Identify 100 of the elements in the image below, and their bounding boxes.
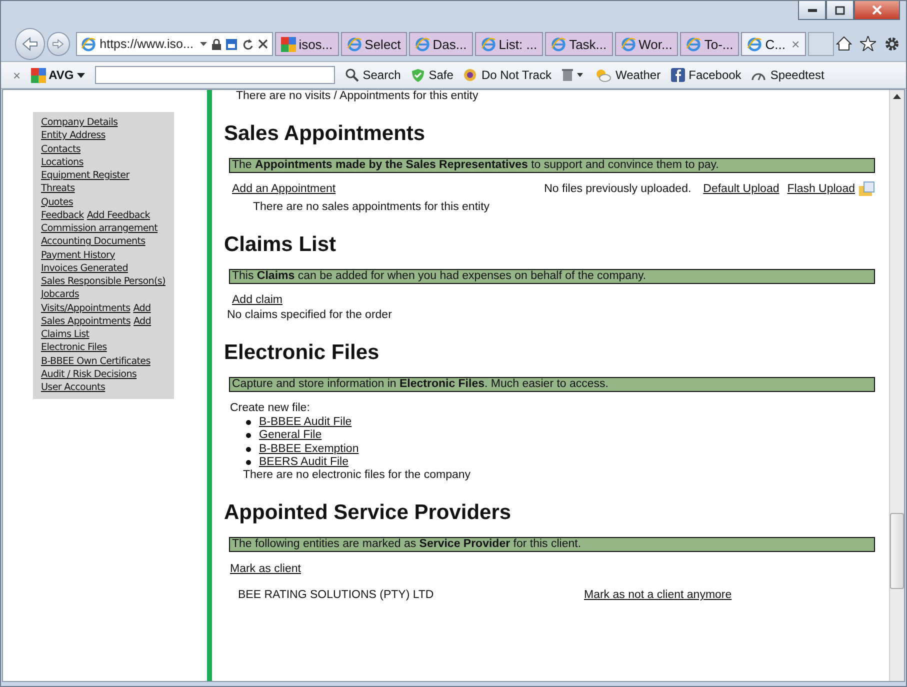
colorful-squares-icon (280, 36, 296, 52)
toolbar-button[interactable]: Do Not Track (463, 68, 552, 82)
browser-tab[interactable]: List: ... (474, 32, 544, 56)
upload-link[interactable]: Default Upload (703, 183, 780, 195)
new-file-link[interactable]: B-BBEE Exemption (259, 442, 359, 456)
browser-e-icon (80, 36, 96, 52)
colorful-squares-icon (30, 68, 46, 82)
sidebar-link[interactable]: Contacts (41, 142, 81, 156)
star-icon[interactable] (860, 36, 876, 51)
sidebar-link[interactable]: Company Details (41, 116, 118, 130)
browser-e-icon (747, 36, 762, 52)
sidebar-link[interactable]: Quotes (41, 196, 74, 209)
scroll-up-icon[interactable] (893, 94, 901, 99)
sidebar-link[interactable]: Payment History (41, 248, 115, 262)
browser-tab[interactable]: Select (340, 32, 407, 56)
compatibility-icon[interactable] (226, 38, 237, 50)
minimize-icon (808, 8, 816, 12)
sidebar-link[interactable]: Add Feedback (86, 208, 150, 222)
new-file-link[interactable]: B-BBEE Audit File (259, 416, 352, 430)
maximize-icon (835, 6, 845, 14)
sidebar-link[interactable]: Claims List (41, 328, 90, 342)
bullet-icon (246, 420, 251, 426)
sidebar-link[interactable]: Sales Responsible Person(s) (41, 275, 166, 288)
search-field[interactable] (94, 66, 335, 84)
browser-tab[interactable]: isos... (274, 32, 339, 56)
settings-icon[interactable] (884, 36, 900, 52)
browser-e-icon (551, 36, 566, 52)
scrollbar-thumb[interactable] (890, 513, 904, 589)
sidebar-link[interactable]: Visits/Appointments (41, 302, 130, 315)
browser-e-icon (480, 36, 496, 52)
sidebar-link[interactable]: Add (134, 314, 152, 328)
new-file-link[interactable]: BEERS Audit File (259, 456, 348, 470)
sidebar-link[interactable]: B-BBEE Own Certificates (41, 354, 150, 368)
browser-e-icon (346, 36, 362, 52)
search-icon (344, 68, 359, 82)
sidebar-link[interactable]: Electronic Files (41, 341, 107, 354)
close-toolbar-button[interactable]: × (13, 68, 21, 82)
refresh-icon[interactable] (242, 38, 253, 50)
dropdown-icon[interactable] (200, 42, 207, 46)
sidebar-link[interactable]: Locations (41, 156, 84, 169)
browser-tab[interactable]: Das... (408, 32, 473, 56)
sun-cloud-icon (595, 68, 612, 82)
browser-e-icon (686, 36, 702, 52)
close-tab-button[interactable]: × (792, 36, 800, 52)
home-icon[interactable] (836, 36, 852, 51)
toolbar-button[interactable]: Weather (595, 68, 661, 82)
maximize-button[interactable] (826, 1, 854, 20)
trash-icon[interactable] (561, 68, 586, 82)
sidebar-link[interactable]: Commission arrangement (41, 222, 158, 236)
files-intro-text: Create new file: (230, 402, 310, 414)
browser-tab[interactable]: Task... (545, 32, 613, 56)
eye-icon (463, 68, 478, 82)
add-claim-link[interactable]: Add claim (232, 294, 282, 306)
back-button[interactable] (15, 28, 46, 60)
scrollbar[interactable] (889, 90, 904, 681)
toolbar-button[interactable]: Speedtest (751, 68, 824, 82)
back-arrow-icon (22, 37, 38, 51)
unmark-client-link[interactable]: Mark as not a client anymore (584, 589, 732, 602)
sidebar-link[interactable]: User Accounts (41, 381, 106, 394)
empty-message: There are no electronic files for the company (243, 469, 471, 482)
browser-tab[interactable]: Wor... (614, 32, 678, 56)
sidebar-link[interactable]: Equipment Register (41, 169, 130, 182)
sidebar-link[interactable]: Accounting Documents (41, 235, 146, 248)
toolbar-button[interactable]: Safe (410, 68, 454, 82)
bullet-icon (246, 446, 251, 452)
lock-icon (212, 38, 221, 50)
close-window-button[interactable] (854, 1, 900, 20)
sidebar-link[interactable]: Invoices Generated (41, 262, 128, 275)
sidebar-link[interactable]: Add (133, 302, 151, 315)
sidebar-link[interactable]: Jobcards (41, 288, 80, 302)
info-banner: The following entities are marked as Service Provider for this client. (229, 537, 875, 552)
upload-status-text: No files previously uploaded. (544, 183, 692, 195)
upload-link[interactable]: Flash Upload (787, 183, 855, 195)
avg-menu-button[interactable]: AVG (30, 68, 85, 82)
browser-tab[interactable]: To-... (680, 32, 740, 56)
empty-message: There are no sales appointments for this entity (253, 201, 490, 213)
sidebar-link[interactable]: Sales Appointments (41, 314, 130, 328)
toolbar-button[interactable]: Search (344, 68, 401, 82)
info-banner: Capture and store information in Electronic Files. Much easier to access. (229, 377, 875, 392)
sidebar-link[interactable]: Audit / Risk Decisions (41, 368, 137, 381)
new-file-link[interactable]: General File (259, 429, 322, 443)
forward-button[interactable] (47, 32, 70, 56)
mark-client-link[interactable]: Mark as client (230, 563, 301, 576)
sidebar-link[interactable]: Entity Address (41, 129, 106, 142)
section-heading: Appointed Service Providers (224, 501, 512, 526)
toolbar-button[interactable]: Facebook (670, 68, 742, 82)
section-heading: Sales Appointments (224, 122, 426, 146)
stop-icon[interactable] (258, 39, 268, 49)
sidebar-link[interactable]: Threats (41, 182, 75, 196)
facebook-icon (670, 68, 685, 82)
browser-tab[interactable]: C... × (741, 32, 806, 56)
add-appointment-link[interactable]: Add an Appointment (232, 183, 336, 195)
empty-message: No claims specified for the order (227, 309, 392, 321)
address-bar[interactable]: https://www.iso... (76, 32, 273, 56)
info-banner: The Appointments made by the Sales Representatives to support and convince them to pay. (229, 158, 875, 173)
browser-e-icon (414, 36, 430, 52)
sidebar-link[interactable]: Feedback (41, 208, 84, 222)
folder-icon[interactable] (858, 181, 875, 197)
minimize-button[interactable] (798, 1, 826, 20)
provider-name: BEE RATING SOLUTIONS (PTY) LTD (238, 589, 435, 602)
